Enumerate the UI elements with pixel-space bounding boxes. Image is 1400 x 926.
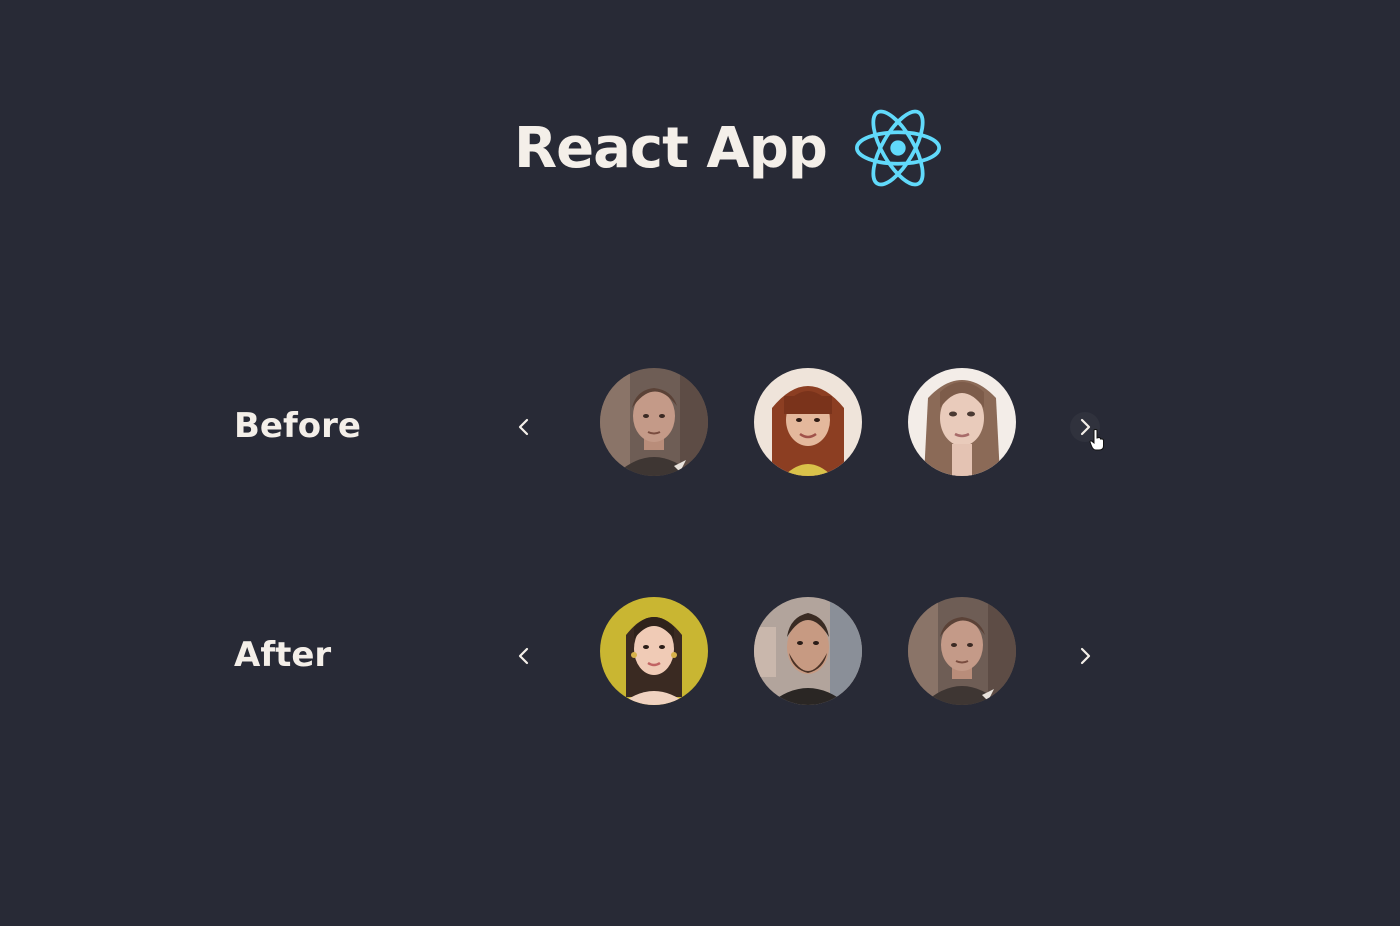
avatar-man-dark-hair bbox=[908, 597, 1016, 705]
avatar-woman-bangs-red-hair bbox=[754, 368, 862, 476]
hand-pointer-cursor-icon bbox=[1089, 429, 1104, 451]
row-label-after: After bbox=[234, 635, 332, 675]
app-page: React App Before After bbox=[0, 0, 1400, 926]
page-title: React App bbox=[514, 115, 828, 181]
before-prev-button[interactable] bbox=[509, 412, 539, 442]
react-atom-icon bbox=[854, 109, 941, 187]
avatar-woman-long-hair bbox=[908, 368, 1016, 476]
avatar-before-3[interactable] bbox=[908, 368, 1016, 476]
avatar-after-1[interactable] bbox=[600, 597, 708, 705]
avatar-woman-yellow-background bbox=[600, 597, 708, 705]
avatar-man-beard bbox=[754, 597, 862, 705]
avatar-before-2[interactable] bbox=[754, 368, 862, 476]
avatar-after-3[interactable] bbox=[908, 597, 1016, 705]
chevron-left-icon bbox=[518, 418, 529, 436]
chevron-right-icon bbox=[1080, 647, 1091, 665]
avatar-before-1[interactable] bbox=[600, 368, 708, 476]
chevron-left-icon bbox=[518, 647, 529, 665]
row-label-before: Before bbox=[234, 406, 361, 446]
after-next-button[interactable] bbox=[1070, 641, 1100, 671]
after-prev-button[interactable] bbox=[509, 641, 539, 671]
page-header: React App bbox=[514, 108, 941, 188]
avatar-after-2[interactable] bbox=[754, 597, 862, 705]
avatar-man-dark-hair bbox=[600, 368, 708, 476]
